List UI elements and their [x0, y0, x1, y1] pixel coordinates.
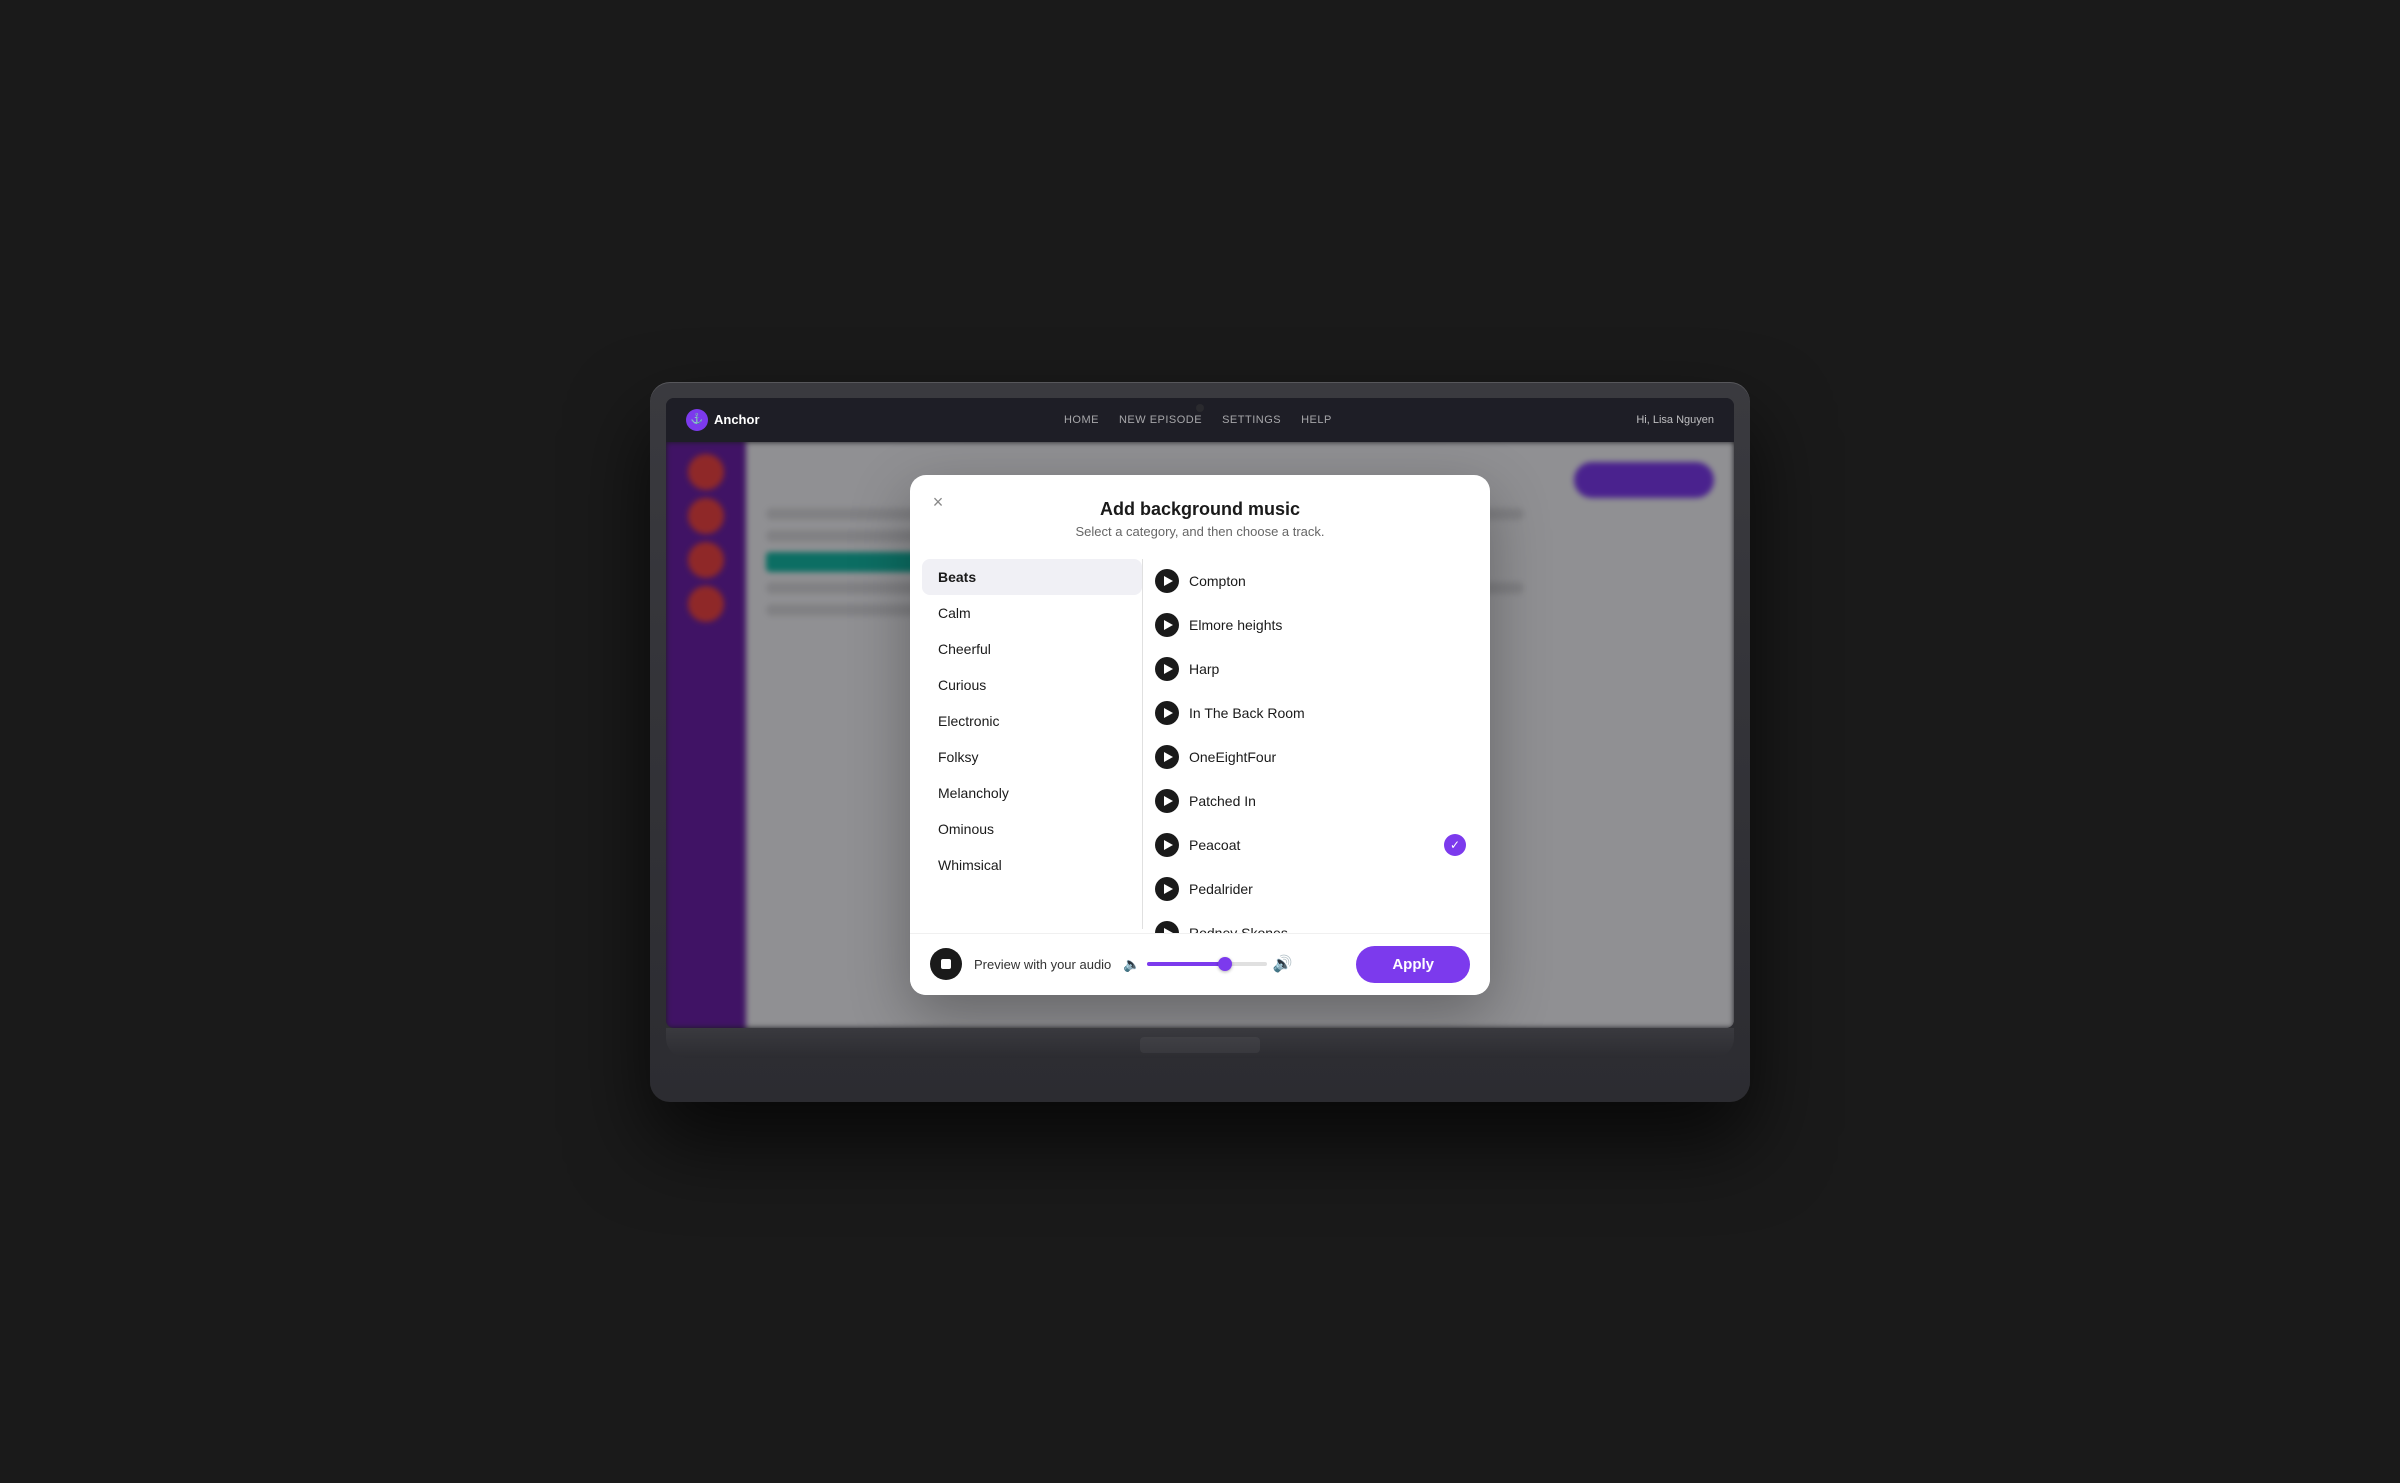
app-logo: ⚓ Anchor: [686, 409, 760, 431]
category-item-melancholy[interactable]: Melancholy: [922, 775, 1142, 811]
play-icon-peacoat: [1164, 840, 1173, 850]
category-item-electronic[interactable]: Electronic: [922, 703, 1142, 739]
category-item-calm[interactable]: Calm: [922, 595, 1142, 631]
category-item-whimsical[interactable]: Whimsical: [922, 847, 1142, 883]
volume-high-icon: 🔊: [1273, 954, 1293, 974]
track-item-compton[interactable]: Compton: [1143, 559, 1478, 603]
modal-body: BeatsCalmCheerfulCuriousElectronicFolksy…: [910, 555, 1490, 933]
track-list: Compton Elmore heights Harp In The Back Roo…: [1143, 555, 1478, 933]
track-name-compton: Compton: [1189, 573, 1466, 589]
nav-new-episode: NEW EPISODE: [1119, 414, 1202, 426]
play-button-pedalrider[interactable]: [1155, 877, 1179, 901]
category-list: BeatsCalmCheerfulCuriousElectronicFolksy…: [922, 555, 1142, 933]
category-item-cheerful[interactable]: Cheerful: [922, 631, 1142, 667]
track-item-elmore-heights[interactable]: Elmore heights: [1143, 603, 1478, 647]
volume-slider-fill: [1147, 962, 1225, 966]
track-name-rodney-skones: Rodney Skones: [1189, 925, 1466, 933]
trackpad: [1140, 1037, 1260, 1053]
track-name-in-the-back-room: In The Back Room: [1189, 705, 1466, 721]
close-button[interactable]: ×: [926, 491, 950, 515]
category-item-folksy[interactable]: Folksy: [922, 739, 1142, 775]
laptop: ⚓ Anchor HOME NEW EPISODE SETTINGS HELP …: [650, 382, 1750, 1102]
track-item-in-the-back-room[interactable]: In The Back Room: [1143, 691, 1478, 735]
apply-button[interactable]: Apply: [1356, 946, 1470, 983]
play-button-harp[interactable]: [1155, 657, 1179, 681]
logo-text: Anchor: [714, 412, 760, 427]
stop-icon: [941, 959, 951, 969]
selected-icon-peacoat: ✓: [1444, 834, 1466, 856]
app-background: ⚓ Anchor HOME NEW EPISODE SETTINGS HELP …: [666, 398, 1734, 1028]
play-icon-in-the-back-room: [1164, 708, 1173, 718]
volume-slider-track[interactable]: [1147, 962, 1267, 966]
nav-settings: SETTINGS: [1222, 414, 1281, 426]
play-button-rodney-skones[interactable]: [1155, 921, 1179, 933]
nav-home: HOME: [1064, 414, 1099, 426]
volume-low-icon: 🔈: [1123, 956, 1140, 973]
play-button-in-the-back-room[interactable]: [1155, 701, 1179, 725]
track-item-peacoat[interactable]: Peacoat✓: [1143, 823, 1478, 867]
logo-icon: ⚓: [686, 409, 708, 431]
laptop-body: ⚓ Anchor HOME NEW EPISODE SETTINGS HELP …: [650, 382, 1750, 1102]
modal-subtitle: Select a category, and then choose a tra…: [934, 524, 1466, 539]
track-item-rodney-skones[interactable]: Rodney Skones: [1143, 911, 1478, 933]
volume-slider-thumb: [1218, 957, 1232, 971]
track-item-pedalrider[interactable]: Pedalrider: [1143, 867, 1478, 911]
play-button-elmore-heights[interactable]: [1155, 613, 1179, 637]
app-main: × Add background music Select a category…: [666, 442, 1734, 1028]
screen-bezel: ⚓ Anchor HOME NEW EPISODE SETTINGS HELP …: [666, 398, 1734, 1028]
track-name-oneeightfour: OneEightFour: [1189, 749, 1466, 765]
track-list-container: Compton Elmore heights Harp In The Back Roo…: [1143, 555, 1478, 933]
category-item-ominous[interactable]: Ominous: [922, 811, 1142, 847]
modal-footer: Preview with your audio 🔈 🔊 Ap: [910, 933, 1490, 995]
category-item-beats[interactable]: Beats: [922, 559, 1142, 595]
play-button-oneeightfour[interactable]: [1155, 745, 1179, 769]
track-name-peacoat: Peacoat: [1189, 837, 1444, 853]
track-item-patched-in[interactable]: Patched In: [1143, 779, 1478, 823]
play-icon-rodney-skones: [1164, 928, 1173, 933]
play-icon-oneeightfour: [1164, 752, 1173, 762]
user-name: Hi, Lisa Nguyen: [1636, 414, 1714, 426]
nav-help: HELP: [1301, 414, 1332, 426]
play-button-patched-in[interactable]: [1155, 789, 1179, 813]
track-item-oneeightfour[interactable]: OneEightFour: [1143, 735, 1478, 779]
modal-header: × Add background music Select a category…: [910, 475, 1490, 555]
modal-title: Add background music: [934, 499, 1466, 520]
preview-label: Preview with your audio: [974, 957, 1111, 972]
app-nav: HOME NEW EPISODE SETTINGS HELP: [1064, 414, 1332, 426]
track-name-elmore-heights: Elmore heights: [1189, 617, 1466, 633]
track-name-patched-in: Patched In: [1189, 793, 1466, 809]
play-icon-elmore-heights: [1164, 620, 1173, 630]
play-icon-pedalrider: [1164, 884, 1173, 894]
user-menu: Hi, Lisa Nguyen: [1636, 414, 1714, 426]
play-button-peacoat[interactable]: [1155, 833, 1179, 857]
track-name-pedalrider: Pedalrider: [1189, 881, 1466, 897]
category-item-curious[interactable]: Curious: [922, 667, 1142, 703]
modal-overlay: × Add background music Select a category…: [666, 442, 1734, 1028]
camera: [1196, 404, 1204, 412]
preview-stop-button[interactable]: [930, 948, 962, 980]
volume-control: 🔈 🔊: [1123, 954, 1344, 974]
play-icon-patched-in: [1164, 796, 1173, 806]
track-name-harp: Harp: [1189, 661, 1466, 677]
play-button-compton[interactable]: [1155, 569, 1179, 593]
play-icon-harp: [1164, 664, 1173, 674]
play-icon-compton: [1164, 576, 1173, 586]
track-item-harp[interactable]: Harp: [1143, 647, 1478, 691]
laptop-bottom: [666, 1028, 1734, 1058]
add-music-modal: × Add background music Select a category…: [910, 475, 1490, 995]
